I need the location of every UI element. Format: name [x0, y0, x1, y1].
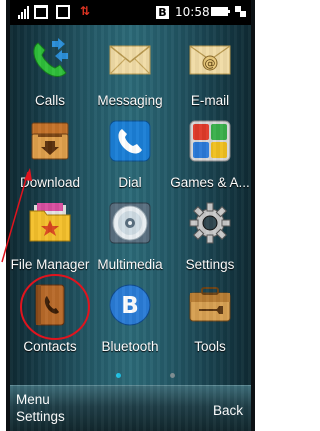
download-box-icon — [31, 122, 69, 160]
app-label: Download — [19, 175, 81, 190]
page-indicator — [10, 373, 251, 381]
app-label: Games & A... — [170, 175, 250, 190]
app-label: Contacts — [23, 339, 77, 354]
app-messaging[interactable]: Messaging — [90, 37, 170, 117]
cd-disc-icon — [109, 202, 151, 244]
back-softkey[interactable]: Back — [213, 403, 243, 418]
home-screen: ⇅ B 10:58 Calls Messaging @ E-mail Downl… — [10, 0, 251, 431]
app-dial[interactable]: Dial — [90, 119, 170, 199]
folder-star-icon — [29, 203, 71, 242]
softkey-bar: Menu Settings Back — [10, 385, 251, 431]
switch-icon — [235, 6, 247, 18]
app-multimedia[interactable]: Multimedia — [90, 201, 170, 281]
app-games-and-apps[interactable]: Games & A... — [170, 119, 250, 199]
status-bar: ⇅ B 10:58 — [10, 0, 251, 25]
app-label: Multimedia — [97, 257, 163, 272]
games-tiles-icon — [189, 120, 231, 162]
app-contacts[interactable]: Contacts — [10, 283, 90, 363]
menu-softkey-label: Menu — [16, 392, 50, 407]
app-label: Bluetooth — [101, 339, 159, 354]
left-softkey[interactable]: Menu Settings — [16, 391, 65, 425]
app-label: Tools — [194, 339, 226, 354]
page-dot-inactive — [170, 373, 175, 378]
app-bluetooth[interactable]: B Bluetooth — [90, 283, 170, 363]
b-badge-icon: B — [156, 6, 169, 19]
bluetooth-icon: B — [109, 284, 151, 326]
toolbox-icon — [189, 287, 231, 322]
clock: 10:58 — [175, 5, 210, 19]
svg-text:@: @ — [205, 57, 216, 70]
settings-softkey-label: Settings — [16, 409, 65, 424]
phone-frame: ⇅ B 10:58 Calls Messaging @ E-mail Downl… — [6, 0, 255, 431]
app-download[interactable]: Download — [10, 119, 90, 199]
app-label: Dial — [118, 175, 142, 190]
app-file-manager[interactable]: File Manager — [10, 201, 90, 281]
battery-icon — [211, 7, 230, 16]
app-email[interactable]: @ E-mail — [170, 37, 250, 117]
message-status-icon — [56, 5, 70, 19]
svg-text:B: B — [121, 293, 139, 319]
contacts-book-icon — [35, 284, 65, 326]
network-status-icon — [34, 5, 48, 19]
envelope-icon — [109, 45, 151, 75]
email-icon: @ — [189, 45, 231, 75]
gear-icon — [189, 202, 231, 244]
app-label: Messaging — [97, 93, 163, 108]
data-transfer-icon: ⇅ — [80, 4, 90, 18]
app-label: Settings — [185, 257, 235, 272]
app-label: File Manager — [10, 257, 90, 272]
phone-handset-icon — [109, 120, 151, 162]
app-tools[interactable]: Tools — [170, 283, 250, 363]
app-label: Calls — [34, 93, 65, 108]
calls-icon — [33, 38, 68, 77]
page-dot-active — [116, 373, 121, 378]
app-settings[interactable]: Settings — [170, 201, 250, 281]
app-label: E-mail — [190, 93, 230, 108]
app-calls[interactable]: Calls — [10, 37, 90, 117]
signal-strength-icon — [18, 5, 32, 19]
